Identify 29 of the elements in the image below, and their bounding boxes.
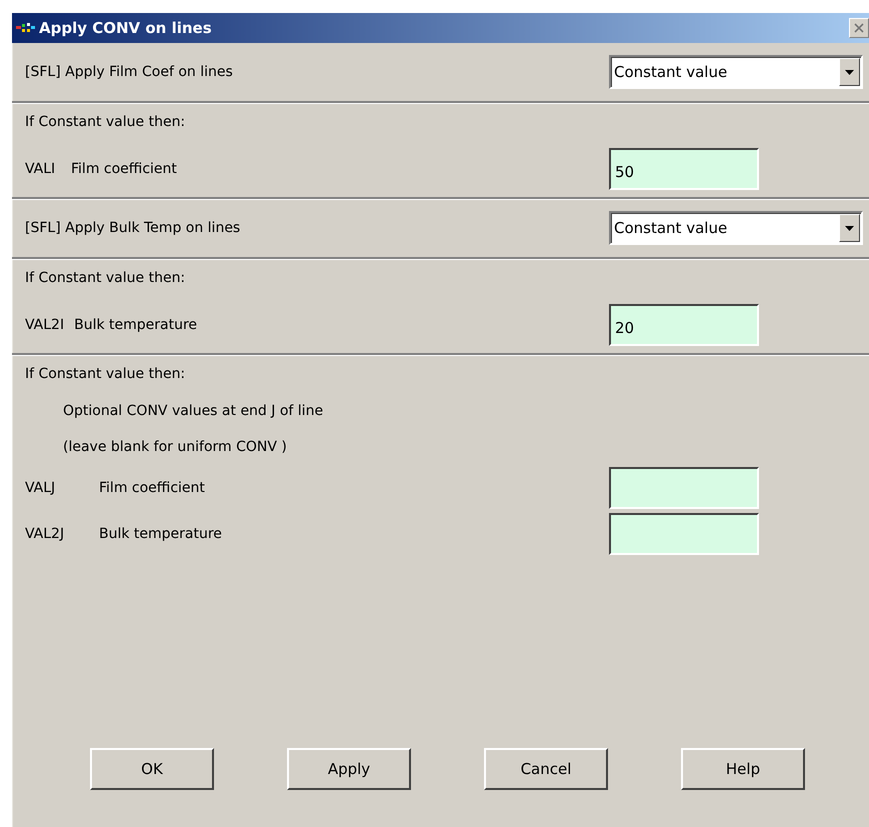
section-heading: If Constant value then:	[25, 270, 186, 286]
dropdown[interactable]: Constant value	[609, 55, 863, 89]
close-button[interactable]	[849, 18, 869, 38]
field-label: [SFL] Apply Bulk Temp on lines	[25, 220, 242, 236]
section-heading: If Constant value then:	[25, 114, 186, 130]
window-title: Apply CONV on lines	[39, 19, 212, 37]
field-label: Bulk temperature	[99, 526, 223, 542]
parameter-code: VALJ	[25, 480, 56, 496]
input-field[interactable]: 20	[609, 304, 759, 346]
field-label: Film coefficient	[99, 480, 206, 496]
dialog-button[interactable]: Cancel	[484, 748, 608, 790]
input-field[interactable]	[609, 513, 759, 555]
dialog-button[interactable]: Help	[681, 748, 805, 790]
field-label: Film coefficient	[71, 161, 178, 177]
note-text: Optional CONV values at end J of line	[63, 403, 324, 419]
field-label: Bulk temperature	[74, 317, 198, 333]
dialog-button[interactable]: Apply	[287, 748, 411, 790]
note-text: (leave blank for uniform CONV )	[63, 439, 287, 455]
parameter-code: VALI	[25, 161, 56, 177]
input-field[interactable]: 50	[609, 148, 759, 190]
dialog-button[interactable]: OK	[90, 748, 214, 790]
input-field[interactable]	[609, 467, 759, 509]
section-heading: If Constant value then:	[25, 366, 186, 382]
field-label: [SFL] Apply Film Coef on lines	[25, 64, 234, 80]
parameter-code: VAL2J	[25, 526, 66, 542]
app-icon	[16, 22, 36, 34]
dropdown[interactable]: Constant value	[609, 211, 863, 245]
close-icon	[854, 23, 864, 33]
parameter-code: VAL2I	[25, 317, 64, 333]
